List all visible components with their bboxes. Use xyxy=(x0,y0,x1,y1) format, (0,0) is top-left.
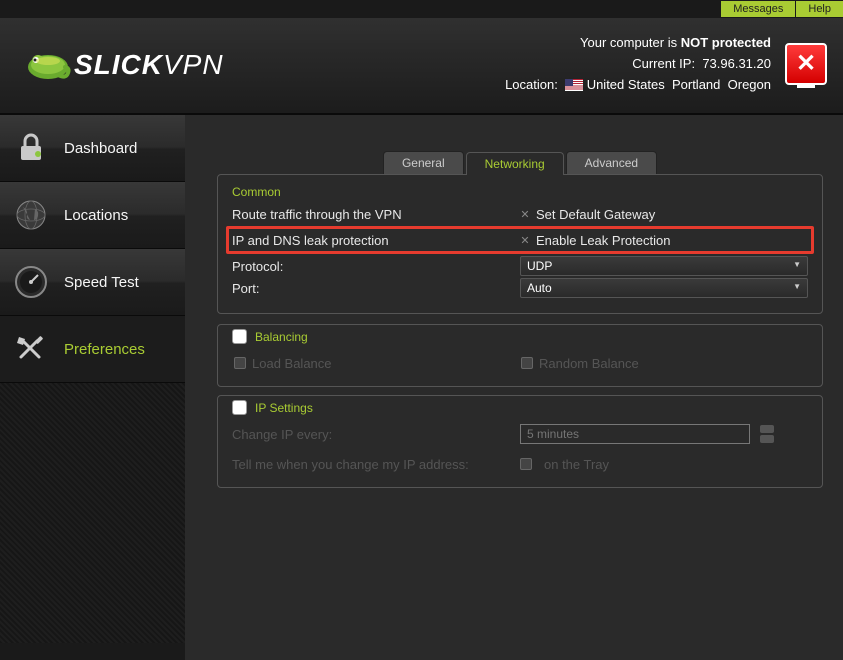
status-area: Your computer is NOT protected Current I… xyxy=(505,33,827,95)
row-protocol: Protocol: UDP xyxy=(232,255,808,277)
ip-settings-checkbox[interactable] xyxy=(232,400,247,415)
balancing-checkbox[interactable] xyxy=(232,329,247,344)
lock-icon xyxy=(10,127,52,169)
sidebar-item-preferences[interactable]: Preferences xyxy=(0,316,185,383)
top-menu-bar: Messages Help xyxy=(0,0,843,18)
header: SLICKVPN Your computer is NOT protected … xyxy=(0,18,843,115)
sidebar-item-label: Preferences xyxy=(64,341,145,358)
body: Dashboard Locations Speed Test Preferenc… xyxy=(0,115,843,660)
panel-balancing: Balancing Load Balance Random Balance xyxy=(217,324,823,387)
protection-status: Your computer is NOT protected xyxy=(505,33,771,54)
chameleon-icon xyxy=(16,35,76,95)
status-alert-icon[interactable]: ✕ xyxy=(785,43,827,85)
current-ip: Current IP: 73.96.31.20 xyxy=(505,54,771,75)
protocol-select[interactable]: UDP xyxy=(520,256,808,276)
tab-networking[interactable]: Networking xyxy=(466,152,564,175)
gauge-icon xyxy=(10,261,52,303)
brand-text-2: VPN xyxy=(163,49,224,81)
tab-general[interactable]: General xyxy=(383,151,464,174)
location: Location: United States Portland Oregon xyxy=(505,75,771,96)
messages-button[interactable]: Messages xyxy=(721,1,795,17)
panel-title: Balancing xyxy=(255,330,308,344)
load-balance-checkbox xyxy=(234,357,246,369)
checkbox-mark-icon: ✕ xyxy=(520,235,530,245)
sidebar: Dashboard Locations Speed Test Preferenc… xyxy=(0,115,185,660)
on-tray-checkbox xyxy=(520,458,532,470)
sidebar-texture xyxy=(0,383,185,643)
row-route-traffic: Route traffic through the VPN ✕Set Defau… xyxy=(232,203,808,225)
flag-us-icon xyxy=(565,79,583,91)
highlight-leak-protection: IP and DNS leak protection ✕Enable Leak … xyxy=(226,226,814,254)
sidebar-item-label: Locations xyxy=(64,207,128,224)
set-default-gateway-checkbox[interactable]: ✕Set Default Gateway xyxy=(520,207,808,222)
x-icon: ✕ xyxy=(796,45,816,83)
sidebar-item-dashboard[interactable]: Dashboard xyxy=(0,115,185,182)
panel-ip-settings: IP Settings Change IP every: Tell me whe… xyxy=(217,395,823,488)
enable-leak-protection-checkbox[interactable]: ✕Enable Leak Protection xyxy=(520,233,808,248)
tools-icon xyxy=(10,328,52,370)
sidebar-item-label: Dashboard xyxy=(64,140,137,157)
logo: SLICKVPN xyxy=(16,35,224,95)
sidebar-item-label: Speed Test xyxy=(64,274,139,291)
row-port: Port: Auto xyxy=(232,277,808,299)
panel-common: Common Route traffic through the VPN ✕Se… xyxy=(217,174,823,314)
sidebar-item-locations[interactable]: Locations xyxy=(0,182,185,249)
globe-icon xyxy=(10,194,52,236)
port-select[interactable]: Auto xyxy=(520,278,808,298)
help-button[interactable]: Help xyxy=(796,1,843,17)
leak-protection-label: IP and DNS leak protection xyxy=(232,233,520,248)
change-ip-input xyxy=(520,424,750,444)
stepper xyxy=(760,424,774,444)
tab-advanced[interactable]: Advanced xyxy=(566,151,657,174)
panel-title: IP Settings xyxy=(255,401,313,415)
brand-text-1: SLICK xyxy=(74,49,163,81)
sidebar-item-speedtest[interactable]: Speed Test xyxy=(0,249,185,316)
main-content: General Networking Advanced Common Route… xyxy=(185,115,843,660)
checkbox-mark-icon: ✕ xyxy=(520,209,530,219)
tabs: General Networking Advanced xyxy=(217,151,823,174)
random-balance-checkbox xyxy=(521,357,533,369)
panel-title: Common xyxy=(232,185,808,203)
